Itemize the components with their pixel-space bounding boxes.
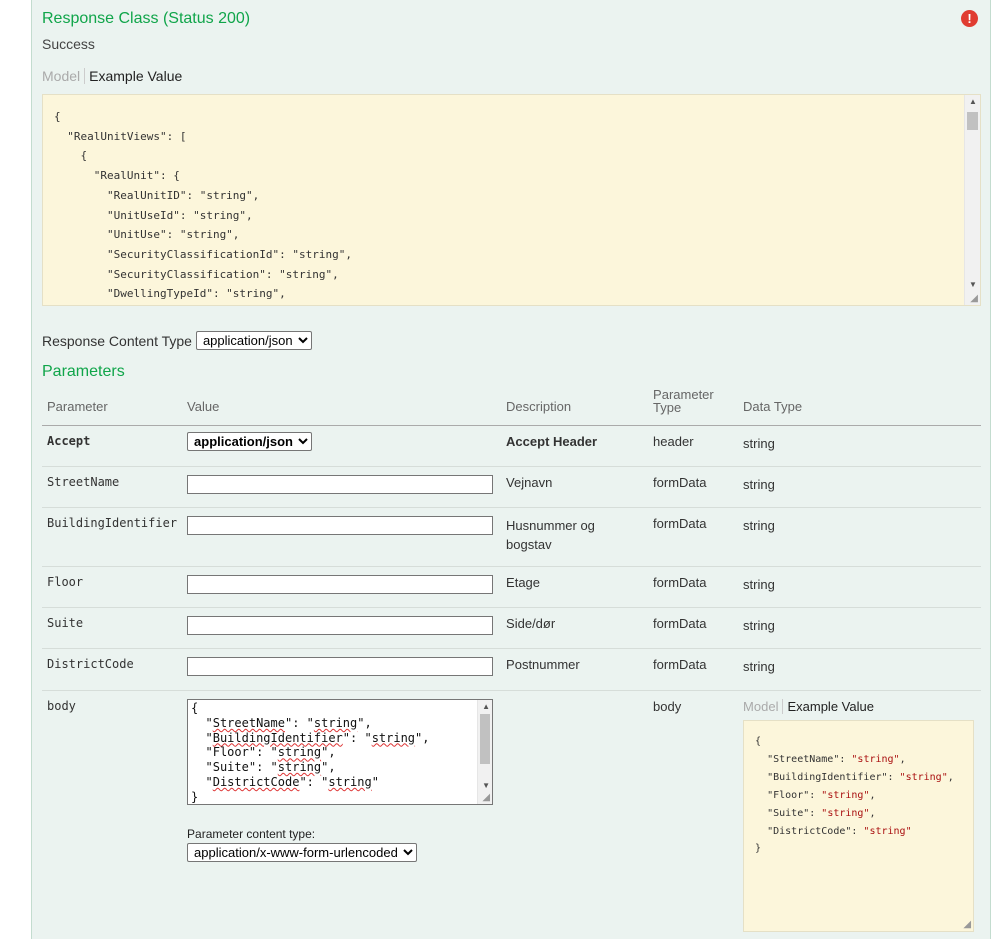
response-model-tabs: Model Example Value <box>42 68 182 84</box>
response-content-type-label: Response Content Type <box>42 333 192 349</box>
param-content-type-label: Parameter content type: <box>187 827 496 841</box>
error-exclamation-icon[interactable]: ! <box>961 10 978 27</box>
scroll-down-icon[interactable]: ▼ <box>478 781 493 790</box>
param-description: Accept Header <box>501 426 648 467</box>
param-description: Side/dør <box>501 608 648 649</box>
accept-select[interactable]: application/json <box>187 432 312 451</box>
body-model-tabs: Model Example Value <box>743 699 976 714</box>
tab-example-value[interactable]: Example Value <box>783 699 873 714</box>
scroll-thumb[interactable] <box>967 112 978 130</box>
table-header-row: Parameter Value Description Parameter Ty… <box>42 384 981 426</box>
table-row: DistrictCode Postnummer formData string <box>42 649 981 691</box>
body-example-json: { "StreetName": "string", "BuildingIdent… <box>755 733 954 858</box>
buildingidentifier-input[interactable] <box>187 516 493 535</box>
col-description: Description <box>501 384 648 426</box>
col-parameter-type: Parameter Type <box>648 384 738 426</box>
tab-model[interactable]: Model <box>743 699 783 714</box>
response-content-type-select[interactable]: application/json <box>196 331 312 350</box>
param-name: BuildingIdentifier <box>42 508 182 567</box>
param-name: StreetName <box>42 467 182 508</box>
param-type: formData <box>648 649 738 691</box>
status-text: Success <box>42 36 95 52</box>
param-content-type-select[interactable]: application/x-www-form-urlencoded <box>187 843 417 862</box>
parameters-table: Parameter Value Description Parameter Ty… <box>42 384 981 940</box>
scroll-up-icon[interactable]: ▲ <box>965 97 981 106</box>
param-data-type: string <box>738 426 981 467</box>
snippet-scrollbar[interactable]: ▲ ▼ <box>964 95 980 305</box>
param-data-type: string <box>738 608 981 649</box>
table-row: StreetName Vejnavn formData string <box>42 467 981 508</box>
scroll-up-icon[interactable]: ▲ <box>478 702 493 711</box>
body-scrollbar[interactable]: ▲ ▼ <box>477 700 492 804</box>
response-content-type: Response Content Type application/json <box>42 331 312 350</box>
resize-grip-icon[interactable]: ◢ <box>963 919 971 930</box>
table-row: BuildingIdentifier Husnummer og bogstav … <box>42 508 981 567</box>
param-data-type: string <box>738 567 981 608</box>
body-example-snippet[interactable]: { "StreetName": "string", "BuildingIdent… <box>743 720 974 932</box>
floor-input[interactable] <box>187 575 493 594</box>
tab-model[interactable]: Model <box>42 68 85 84</box>
param-type: formData <box>648 567 738 608</box>
param-type: header <box>648 426 738 467</box>
param-name: Suite <box>42 608 182 649</box>
resize-grip-icon[interactable]: ◢ <box>482 792 490 803</box>
response-class-title: Response Class (Status 200) <box>42 10 250 28</box>
param-type: formData <box>648 508 738 567</box>
parameters-title: Parameters <box>42 363 125 381</box>
scroll-thumb[interactable] <box>480 714 490 764</box>
col-data-type: Data Type <box>738 384 981 426</box>
suite-input[interactable] <box>187 616 493 635</box>
param-name: Accept <box>42 426 182 467</box>
param-description: Etage <box>501 567 648 608</box>
param-description: Husnummer og bogstav <box>501 508 648 567</box>
response-panel: Response Class (Status 200) ! Success Mo… <box>31 0 991 939</box>
param-type: formData <box>648 467 738 508</box>
param-description: Postnummer <box>501 649 648 691</box>
param-data-type: string <box>738 649 981 691</box>
param-type: body <box>648 691 738 940</box>
param-type: formData <box>648 608 738 649</box>
param-data-type: string <box>738 508 981 567</box>
districtcode-input[interactable] <box>187 657 493 676</box>
scroll-down-icon[interactable]: ▼ <box>965 280 981 289</box>
body-json: { "StreetName": "string", "BuildingIdent… <box>191 701 429 805</box>
table-row: Suite Side/dør formData string <box>42 608 981 649</box>
param-description: Vejnavn <box>501 467 648 508</box>
response-example-json: { "RealUnitViews": [ { "RealUnit": { "Re… <box>54 107 352 304</box>
table-row-body: body { "StreetName": "string", "Building… <box>42 691 981 940</box>
param-name: body <box>42 691 182 940</box>
param-name: DistrictCode <box>42 649 182 691</box>
body-textarea[interactable]: { "StreetName": "string", "BuildingIdent… <box>187 699 493 805</box>
col-value: Value <box>182 384 501 426</box>
resize-grip-icon[interactable]: ◢ <box>970 293 978 304</box>
response-example-snippet[interactable]: { "RealUnitViews": [ { "RealUnit": { "Re… <box>42 94 981 306</box>
table-row: Accept application/json Accept Header he… <box>42 426 981 467</box>
tab-example-value[interactable]: Example Value <box>85 68 182 84</box>
streetname-input[interactable] <box>187 475 493 494</box>
col-parameter: Parameter <box>42 384 182 426</box>
table-row: Floor Etage formData string <box>42 567 981 608</box>
param-name: Floor <box>42 567 182 608</box>
param-data-type: string <box>738 467 981 508</box>
